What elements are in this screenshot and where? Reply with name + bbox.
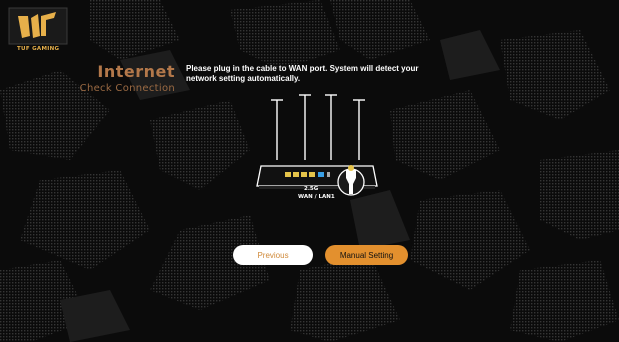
wan-port-label: WAN / LAN1 (298, 194, 335, 200)
tuf-gaming-logo: TUF GAMING (8, 6, 68, 52)
page-title: Internet (97, 62, 175, 81)
logo-text: TUF GAMING (17, 46, 60, 52)
port-speed-label: 2.5G (304, 186, 319, 192)
router-illustration (256, 94, 378, 196)
page-subtitle: Check Connection (79, 83, 175, 94)
tuf-logo-icon (8, 7, 68, 45)
previous-button[interactable]: Previous (233, 245, 313, 265)
instructions-text: Please plug in the cable to WAN port. Sy… (186, 64, 419, 83)
manual-setting-button[interactable]: Manual Setting (325, 245, 408, 265)
